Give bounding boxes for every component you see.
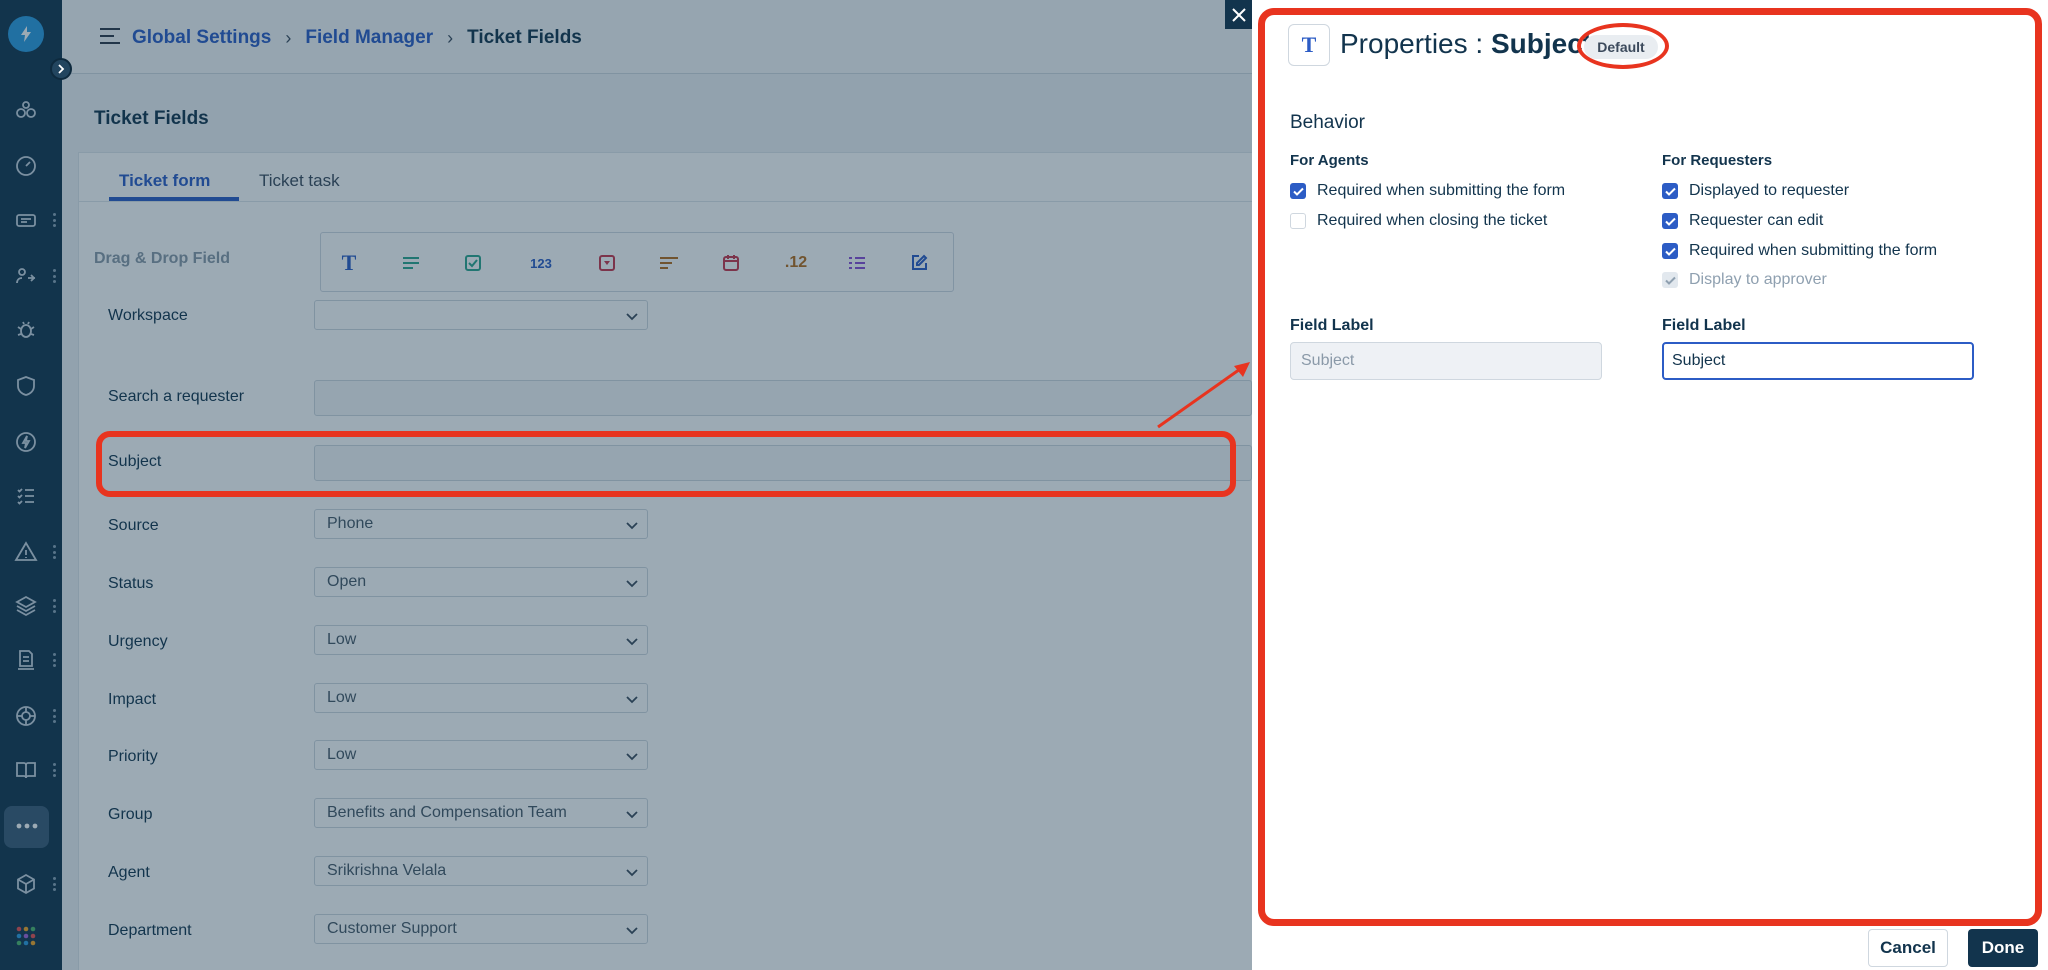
text-type-icon: T xyxy=(1288,24,1330,66)
agent-required-submit-label: Required when submitting the form xyxy=(1317,182,1566,199)
checkbox-checked[interactable] xyxy=(1662,243,1678,259)
agent-required-close-option[interactable]: Required when closing the ticket xyxy=(1290,212,1547,230)
requester-can-edit-label: Requester can edit xyxy=(1689,212,1824,229)
panel-title-prefix: Properties : xyxy=(1340,28,1491,59)
requester-displayed-option[interactable]: Displayed to requester xyxy=(1662,182,1849,200)
requester-displayed-label: Displayed to requester xyxy=(1689,182,1850,199)
requester-required-submit-label: Required when submitting the form xyxy=(1689,242,1938,259)
checkbox-unchecked[interactable] xyxy=(1290,213,1306,229)
checkbox-disabled-checked xyxy=(1662,272,1678,288)
default-badge-highlight xyxy=(1577,23,1669,69)
for-requesters-heading: For Requesters xyxy=(1662,152,1773,169)
check-icon xyxy=(1664,276,1676,285)
checkbox-checked[interactable] xyxy=(1290,183,1306,199)
properties-panel-highlight xyxy=(1258,8,2042,926)
done-button[interactable]: Done xyxy=(1968,929,2038,967)
for-agents-heading: For Agents xyxy=(1290,152,1369,169)
behavior-heading: Behavior xyxy=(1290,112,1365,133)
check-icon xyxy=(1664,217,1676,226)
check-icon xyxy=(1664,247,1676,256)
requester-field-label-input[interactable] xyxy=(1662,342,1974,380)
requester-can-edit-option[interactable]: Requester can edit xyxy=(1662,212,1823,230)
chevron-right-icon xyxy=(58,64,65,74)
cancel-button[interactable]: Cancel xyxy=(1868,929,1948,967)
subject-field-highlight xyxy=(96,431,1236,497)
checkbox-checked[interactable] xyxy=(1662,213,1678,229)
checkbox-checked[interactable] xyxy=(1662,183,1678,199)
close-panel-button[interactable] xyxy=(1225,0,1252,29)
annotation-arrow-icon xyxy=(1157,362,1250,429)
requester-field-label-heading: Field Label xyxy=(1662,317,1746,334)
display-to-approver-option: Display to approver xyxy=(1662,271,1827,289)
agent-field-label-input[interactable] xyxy=(1290,342,1602,380)
agent-field-label-heading: Field Label xyxy=(1290,317,1374,334)
requester-required-submit-option[interactable]: Required when submitting the form xyxy=(1662,242,1937,260)
expand-nav-button[interactable] xyxy=(50,58,72,80)
close-icon xyxy=(1231,7,1246,22)
agent-required-submit-option[interactable]: Required when submitting the form xyxy=(1290,182,1565,200)
check-icon xyxy=(1664,187,1676,196)
agent-required-close-label: Required when closing the ticket xyxy=(1317,212,1548,229)
display-to-approver-label: Display to approver xyxy=(1689,271,1827,288)
panel-title: Properties : Subject xyxy=(1340,28,1592,60)
check-icon xyxy=(1292,187,1304,196)
